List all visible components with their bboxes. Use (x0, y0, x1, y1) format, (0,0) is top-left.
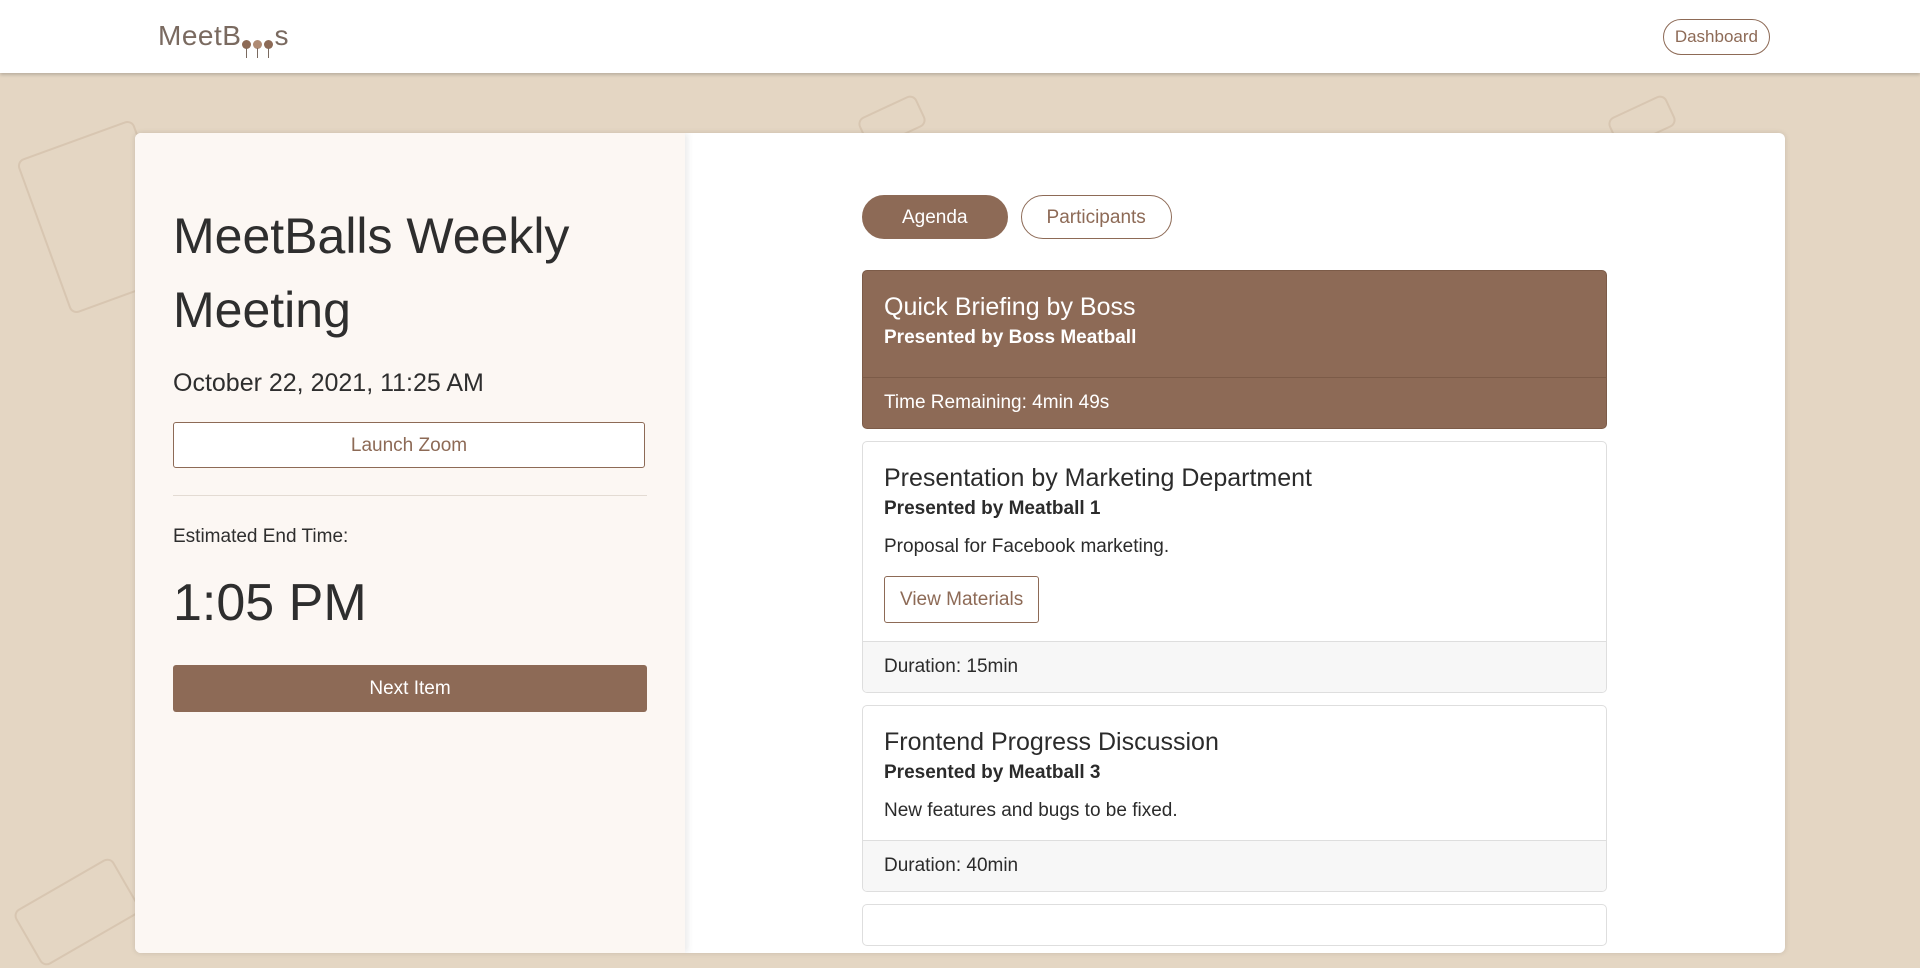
background-laptop-decoration (11, 855, 143, 968)
logo-text-prefix: MeetB (158, 20, 242, 51)
agenda-item: Frontend Progress Discussion Presented b… (862, 705, 1607, 892)
next-item-button[interactable]: Next Item (173, 665, 647, 712)
view-tabs: Agenda Participants (862, 195, 1172, 239)
time-remaining: Time Remaining: 4min 49s (863, 377, 1606, 428)
end-time-value: 1:05 PM (173, 574, 367, 632)
agenda-item-duration: Duration: 15min (863, 641, 1606, 692)
agenda-item-presenter: Presented by Meatball 3 (884, 762, 1101, 783)
agenda-item-title: Quick Briefing by Boss (884, 293, 1136, 321)
agenda-list: Quick Briefing by Boss Presented by Boss… (862, 270, 1607, 953)
meatball-logo-icon (242, 23, 274, 58)
end-time-label: Estimated End Time: (173, 526, 349, 547)
agenda-item-title: Presentation by Marketing Department (884, 464, 1312, 492)
meeting-datetime: October 22, 2021, 11:25 AM (173, 369, 484, 397)
divider (173, 495, 647, 496)
meetballs-logo[interactable]: MeetB s (158, 20, 289, 58)
launch-zoom-button[interactable]: Launch Zoom (173, 422, 645, 468)
agenda-item-description: Proposal for Facebook marketing. (884, 536, 1170, 557)
agenda-item-duration: Duration: 40min (863, 840, 1606, 891)
agenda-item-presenter: Presented by Meatball 1 (884, 498, 1101, 519)
agenda-item-current: Quick Briefing by Boss Presented by Boss… (862, 270, 1607, 429)
meeting-info-panel: MeetBalls Weekly Meeting October 22, 202… (135, 133, 685, 953)
tab-participants[interactable]: Participants (1020, 195, 1172, 239)
agenda-item-presenter: Presented by Boss Meatball (884, 327, 1137, 348)
view-materials-button[interactable]: View Materials (884, 576, 1040, 623)
agenda-item: Presentation by Marketing Department Pre… (862, 441, 1607, 693)
tab-agenda[interactable]: Agenda (862, 195, 1008, 239)
meeting-title: MeetBalls Weekly Meeting (173, 208, 570, 338)
logo-text-suffix: s (274, 20, 289, 51)
top-navbar: MeetB s Dashboard (0, 0, 1920, 73)
agenda-item-title: Frontend Progress Discussion (884, 728, 1219, 756)
dashboard-button[interactable]: Dashboard (1662, 19, 1770, 55)
agenda-item-description: New features and bugs to be fixed. (884, 800, 1178, 821)
agenda-item (862, 904, 1607, 946)
meeting-card: MeetBalls Weekly Meeting October 22, 202… (135, 133, 1785, 953)
